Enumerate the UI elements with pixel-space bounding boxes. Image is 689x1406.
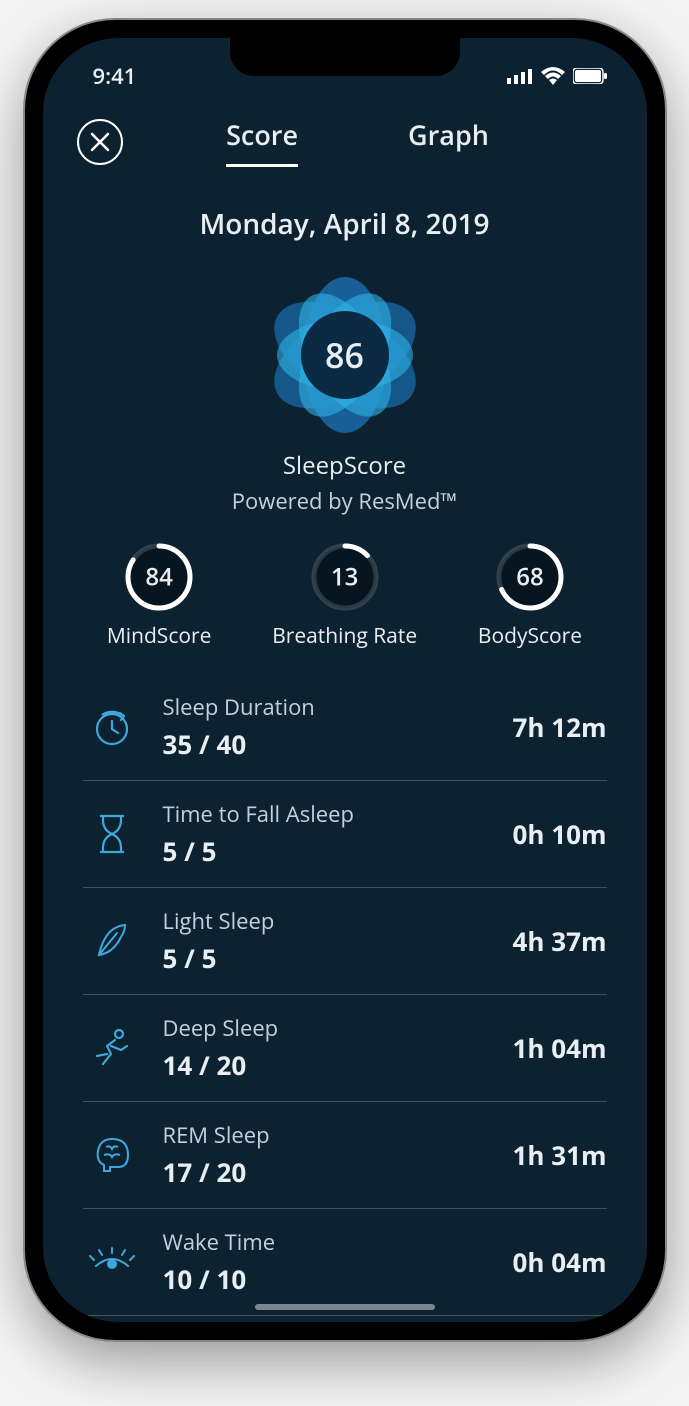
metric-score: 35 / 40 (163, 726, 513, 762)
metric-row[interactable]: Time to Fall Asleep 5 / 5 0h 10m (83, 781, 607, 888)
signal-icon (507, 68, 533, 84)
metric-row[interactable]: Time in Bed 7h 31m (83, 1316, 607, 1322)
main-score-container: 86 SleepScore Powered by ResMed™ (43, 265, 647, 516)
screen: 9:41 Score Graph Monday, April 8, 2019 (43, 38, 647, 1322)
metric-duration: 7h 12m (513, 709, 607, 745)
metric-title: Light Sleep (163, 906, 513, 936)
metric-duration: 4h 37m (513, 923, 607, 959)
battery-icon (573, 68, 607, 84)
metric-score: 10 / 10 (163, 1261, 513, 1297)
metric-text: Time to Fall Asleep 5 / 5 (163, 799, 513, 869)
score-flower: 86 (255, 265, 435, 445)
wifi-icon (541, 67, 565, 85)
header: Score Graph (43, 94, 647, 167)
metric-duration: 0h 10m (513, 816, 607, 852)
breathing-rate-label: Breathing Rate (272, 622, 417, 650)
date-label: Monday, April 8, 2019 (43, 205, 647, 243)
metric-row[interactable]: Light Sleep 5 / 5 4h 37m (83, 888, 607, 995)
tab-score[interactable]: Score (226, 116, 298, 167)
metric-duration: 1h 04m (513, 1030, 607, 1066)
metric-title: Time to Fall Asleep (163, 799, 513, 829)
metric-score: 5 / 5 (163, 833, 513, 869)
metric-score: 5 / 5 (163, 940, 513, 976)
metric-row[interactable]: Sleep Duration 35 / 40 7h 12m (83, 674, 607, 781)
sleep-score-label: SleepScore (283, 449, 406, 482)
hourglass-icon (83, 812, 141, 856)
breathing-rate-value: 13 (331, 561, 358, 594)
notch (230, 38, 460, 76)
metric-title: REM Sleep (163, 1120, 513, 1150)
brain-icon (83, 1133, 141, 1177)
sub-scores: 84 MindScore 13 Breathing Rate 68 BodySc… (43, 542, 647, 650)
eye-icon (83, 1246, 141, 1278)
home-indicator[interactable] (255, 1304, 435, 1310)
bodyscore[interactable]: 68 BodyScore (478, 542, 582, 650)
metric-title: Deep Sleep (163, 1013, 513, 1043)
breathing-rate[interactable]: 13 Breathing Rate (272, 542, 417, 650)
metric-text: Light Sleep 5 / 5 (163, 906, 513, 976)
metric-duration: 1h 31m (513, 1137, 607, 1173)
metric-row[interactable]: REM Sleep 17 / 20 1h 31m (83, 1102, 607, 1209)
metric-duration: 0h 04m (513, 1244, 607, 1280)
feather-icon (83, 919, 141, 963)
metric-title: Sleep Duration (163, 692, 513, 722)
metric-title: Wake Time (163, 1227, 513, 1257)
metric-text: Wake Time 10 / 10 (163, 1227, 513, 1297)
mindscore[interactable]: 84 MindScore (107, 542, 212, 650)
bodyscore-label: BodyScore (478, 622, 582, 650)
metric-text: Deep Sleep 14 / 20 (163, 1013, 513, 1083)
tab-graph[interactable]: Graph (408, 116, 489, 167)
phone-frame: 9:41 Score Graph Monday, April 8, 2019 (25, 20, 665, 1340)
close-icon (90, 132, 110, 152)
tabs: Score Graph (123, 116, 593, 167)
metric-text: Sleep Duration 35 / 40 (163, 692, 513, 762)
metric-row[interactable]: Wake Time 10 / 10 0h 04m (83, 1209, 607, 1316)
metric-row[interactable]: Deep Sleep 14 / 20 1h 04m (83, 995, 607, 1102)
mindscore-value: 84 (145, 561, 172, 594)
bodyscore-value: 68 (516, 561, 543, 594)
metric-text: REM Sleep 17 / 20 (163, 1120, 513, 1190)
powered-by-label: Powered by ResMed™ (232, 486, 457, 516)
close-button[interactable] (77, 119, 123, 165)
mindscore-label: MindScore (107, 622, 212, 650)
status-time: 9:41 (93, 61, 137, 91)
main-score-value: 86 (301, 311, 389, 399)
run-icon (83, 1026, 141, 1070)
metrics-list: Sleep Duration 35 / 40 7h 12m Time to Fa… (43, 674, 647, 1322)
status-icons (507, 67, 607, 85)
metric-score: 17 / 20 (163, 1154, 513, 1190)
clock-icon (83, 705, 141, 749)
metric-score: 14 / 20 (163, 1047, 513, 1083)
